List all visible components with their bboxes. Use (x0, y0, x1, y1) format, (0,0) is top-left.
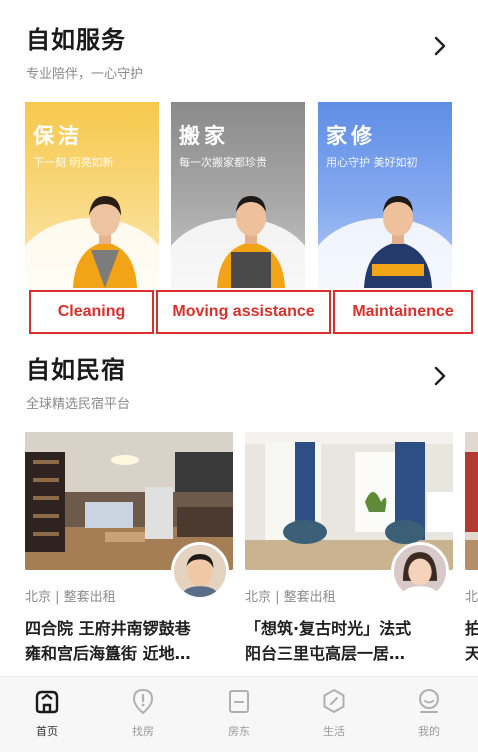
service-cards: 保洁 下一刻 明亮如新 搬家 每一次搬家都珍贵 家修 用心守护 美好如初 (25, 102, 455, 288)
find-house-icon (132, 688, 154, 715)
profile-icon (419, 689, 439, 713)
tab-label: 生活 (323, 725, 345, 738)
listing-title-line: 四合院 王府井南锣鼓巷 (25, 619, 191, 638)
listing-card[interactable]: 北京 | 整套出租 四合院 王府井南锣鼓巷 雍和宫后海簋街 近地… (25, 432, 233, 672)
host-avatar[interactable] (391, 542, 449, 600)
homestay-title: 自如民宿 (26, 356, 126, 384)
chevron-right-icon[interactable] (428, 34, 452, 58)
maintenance-label[interactable]: Maintainence (333, 290, 473, 334)
services-title: 自如服务 (26, 26, 126, 54)
landlord-icon (229, 690, 249, 713)
service-card-title: 搬家 (179, 124, 229, 148)
service-annotations: Cleaning Moving assistance Maintainence (29, 290, 473, 334)
listing-location: 北 (465, 590, 478, 605)
service-card-subtitle: 每一次搬家都珍贵 (179, 156, 267, 169)
listing-card-partial[interactable]: 北 拍 天 (465, 432, 478, 672)
service-card-repair[interactable]: 家修 用心守护 美好如初 (318, 102, 452, 288)
moving-assistance-label[interactable]: Moving assistance (156, 290, 331, 334)
bottom-tab-bar: 首页 找房 房东 生活 我的 (0, 676, 478, 752)
tab-landlord[interactable]: 房东 (209, 687, 269, 745)
homestay-header[interactable]: 自如民宿 全球精选民宿平台 (26, 350, 452, 412)
cleaner-photo (73, 196, 137, 288)
tab-label: 首页 (36, 725, 58, 738)
listing-title: 「想筑·复古时光」法式 阳台三里屯高层一居… (245, 616, 453, 666)
service-card-moving[interactable]: 搬家 每一次搬家都珍贵 (171, 102, 305, 288)
services-header[interactable]: 自如服务 专业陪伴，一心守护 (26, 20, 452, 82)
chevron-right-icon[interactable] (428, 364, 452, 388)
tab-home[interactable]: 首页 (17, 687, 77, 745)
tab-label: 我的 (418, 725, 440, 738)
listing-location: 北京 | 整套出租 (245, 590, 336, 605)
listing-location: 北京 | 整套出租 (25, 590, 116, 605)
life-icon (323, 688, 345, 714)
listing-title: 四合院 王府井南锣鼓巷 雍和宫后海簋街 近地… (25, 616, 233, 666)
homestay-subtitle: 全球精选民宿平台 (26, 397, 131, 412)
service-card-subtitle: 用心守护 美好如初 (326, 156, 418, 169)
listing-title-line: 天 (465, 644, 478, 663)
services-subtitle: 专业陪伴，一心守护 (26, 67, 144, 82)
listing-photo (465, 432, 478, 570)
tab-profile[interactable]: 我的 (399, 687, 459, 745)
listing-title-line: 雍和宫后海簋街 近地… (25, 644, 191, 663)
host-avatar[interactable] (171, 542, 229, 600)
tab-label: 房东 (228, 725, 250, 738)
home-icon (35, 690, 59, 714)
tab-life[interactable]: 生活 (304, 687, 364, 745)
mover-photo (217, 196, 285, 288)
homestay-listings: 北京 | 整套出租 四合院 王府井南锣鼓巷 雍和宫后海簋街 近地… 北京 | 整… (25, 432, 478, 672)
listing-title-line: 拍 (465, 619, 478, 638)
cleaning-label[interactable]: Cleaning (29, 290, 154, 334)
service-card-subtitle: 下一刻 明亮如新 (33, 156, 114, 169)
service-card-title: 保洁 (33, 124, 83, 148)
listing-title: 拍 天 (465, 616, 478, 666)
service-card-title: 家修 (326, 124, 376, 148)
tab-find-house[interactable]: 找房 (113, 687, 173, 745)
listing-card[interactable]: 北京 | 整套出租 「想筑·复古时光」法式 阳台三里屯高层一居… (245, 432, 453, 672)
listing-title-line: 「想筑·复古时光」法式 (245, 619, 412, 638)
service-card-cleaning[interactable]: 保洁 下一刻 明亮如新 (25, 102, 159, 288)
listing-title-line: 阳台三里屯高层一居… (245, 644, 406, 663)
tab-label: 找房 (132, 725, 154, 738)
technician-photo (364, 196, 432, 288)
